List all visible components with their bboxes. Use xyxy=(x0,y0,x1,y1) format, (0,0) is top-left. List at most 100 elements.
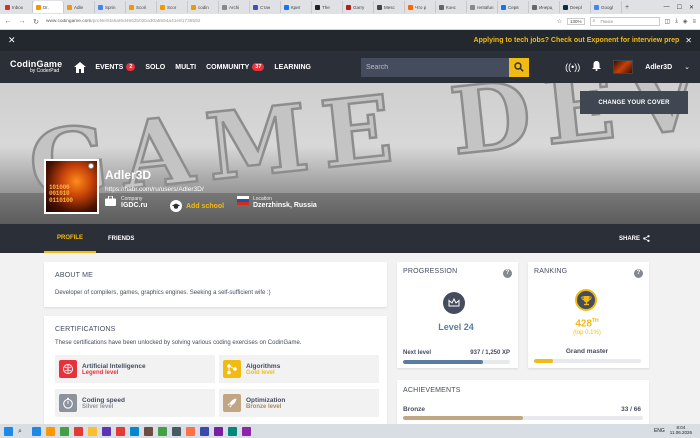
browser-tab[interactable]: Серв xyxy=(498,1,529,13)
keyboard-language[interactable]: ENG xyxy=(654,428,665,434)
zoom-level[interactable]: 130% xyxy=(567,18,585,25)
minimize-icon[interactable]: — xyxy=(664,4,670,11)
nav-multi[interactable]: MULTI xyxy=(175,64,196,71)
taskbar-app-icon[interactable] xyxy=(186,426,195,436)
system-clock[interactable]: 8:04 11.06.2026 xyxy=(670,425,692,436)
site-search-input[interactable] xyxy=(360,57,509,77)
browser-tab[interactable]: Scor xyxy=(157,1,188,13)
nav-solo[interactable]: SOLO xyxy=(145,64,165,71)
cert-algorithms[interactable]: Algorithms Gold level xyxy=(219,355,379,383)
taskbar-app-icon[interactable] xyxy=(32,426,41,436)
taskbar-app-icon[interactable] xyxy=(102,426,111,436)
cert-optimization[interactable]: Optimization Bronze level xyxy=(219,389,379,417)
cert-coding-speed[interactable]: Coding speed Silver level xyxy=(55,389,215,417)
school-icon xyxy=(170,200,182,212)
broadcast-icon[interactable]: ((•)) xyxy=(565,62,580,72)
windows-start-icon[interactable] xyxy=(4,426,13,436)
taskbar-app-icon[interactable] xyxy=(74,426,83,436)
profile-link[interactable]: https://habr.com/ru/users/Adler3D/ xyxy=(105,186,204,193)
nav-username[interactable]: Adler3D xyxy=(645,64,672,71)
extensions-icon[interactable]: ◈ xyxy=(683,18,688,25)
browser-tab[interactable]: Deepl xyxy=(560,1,591,13)
location-info: Location Dzerzhinsk, Russia xyxy=(237,196,317,209)
taskbar-app-icon[interactable] xyxy=(130,426,139,436)
browser-tab[interactable]: Что р xyxy=(405,1,436,13)
promo-close-icon[interactable]: ✕ xyxy=(685,36,692,45)
bell-icon[interactable] xyxy=(592,61,602,73)
help-icon[interactable]: ? xyxy=(634,269,643,278)
achievement-progress-fill xyxy=(403,416,523,420)
rank-percentile: (top 0.1%) xyxy=(573,330,601,336)
close-icon[interactable]: ✕ xyxy=(8,35,16,46)
screenshot-icon[interactable]: ◫ xyxy=(665,18,671,25)
browser-tab[interactable]: Garry xyxy=(343,1,374,13)
taskbar-search-icon[interactable]: ⌕ xyxy=(18,427,27,436)
bookmark-star-icon[interactable]: ☆ xyxy=(557,18,562,25)
url-field[interactable]: www.codingame.com/profile/5fa6af6d4962b0… xyxy=(46,19,306,24)
browser-tab[interactable]: Конс xyxy=(436,1,467,13)
browser-tab[interactable]: Inbox xyxy=(2,1,33,13)
nav-community[interactable]: COMMUNITY 37 xyxy=(206,63,265,71)
taskbar-app-icon[interactable] xyxy=(158,426,167,436)
browser-tab[interactable]: Adle xyxy=(64,1,95,13)
add-school-link[interactable]: Add school xyxy=(186,203,224,210)
browser-tab[interactable]: codin xyxy=(188,1,219,13)
taskbar-app-icon[interactable] xyxy=(172,426,181,436)
tab-profile[interactable]: PROFILE xyxy=(44,224,96,253)
menu-icon[interactable]: ≡ xyxy=(692,19,696,25)
codingame-logo[interactable]: CodinGame by CoderPad xyxy=(10,60,62,74)
tab-favicon-icon xyxy=(222,4,227,10)
taskbar-app-icon[interactable] xyxy=(200,426,209,436)
avatar-binary-line: 0110100 xyxy=(49,196,73,204)
browser-tab[interactable]: Стан xyxy=(250,1,281,13)
browser-tab[interactable]: Scori xyxy=(126,1,157,13)
about-title: ABOUT ME xyxy=(55,272,94,279)
promo-text[interactable]: Applying to tech jobs? Check out Exponen… xyxy=(474,37,680,44)
browser-tab[interactable]: Крит xyxy=(281,1,312,13)
taskbar-app-icon[interactable] xyxy=(144,426,153,436)
back-icon[interactable]: ← xyxy=(4,18,12,25)
home-icon[interactable] xyxy=(74,61,87,73)
browser-search-field[interactable]: ⌕ Поиск xyxy=(589,17,660,26)
taskbar-app-icon[interactable] xyxy=(116,426,125,436)
taskbar-app-icon[interactable] xyxy=(46,426,55,436)
search-button[interactable] xyxy=(508,57,529,77)
browser-tab[interactable]: rentafun xyxy=(467,1,498,13)
browser-tab[interactable]: Archi xyxy=(219,1,250,13)
share-icon xyxy=(643,235,650,242)
taskbar-app-icon[interactable] xyxy=(60,426,69,436)
tab-friends[interactable]: FRIENDS xyxy=(108,224,134,253)
new-tab-button[interactable]: + xyxy=(625,4,629,11)
browser-tab-label: Archi xyxy=(229,4,240,10)
forward-icon[interactable]: → xyxy=(18,18,26,25)
reload-icon[interactable]: ↻ xyxy=(32,18,40,26)
rank-value: 428TH xyxy=(528,318,646,329)
cert-ai[interactable]: Artificial Intelligence Legend level xyxy=(55,355,215,383)
tab-favicon-icon xyxy=(191,4,196,10)
avatar[interactable] xyxy=(613,60,634,74)
school-info[interactable]: Add school xyxy=(170,200,224,212)
profile-avatar[interactable]: 101000 001010 0110100 xyxy=(44,159,99,214)
browser-tab[interactable]: The xyxy=(312,1,343,13)
share-button[interactable]: SHARE xyxy=(619,224,650,253)
taskbar-app-icon[interactable] xyxy=(214,426,223,436)
taskbar-app-icon[interactable] xyxy=(242,426,251,436)
help-icon[interactable]: ? xyxy=(503,269,512,278)
close-window-icon[interactable]: ✕ xyxy=(689,4,694,11)
browser-tab[interactable]: Googl xyxy=(591,1,622,13)
chevron-down-icon[interactable]: ⌄ xyxy=(684,63,690,71)
nav-learning[interactable]: LEARNING xyxy=(274,64,311,71)
profile-cover: GAME DEV CHANGE YOUR COVER 101000 001010… xyxy=(0,83,700,224)
change-cover-button[interactable]: CHANGE YOUR COVER xyxy=(580,91,688,114)
taskbar-app-icon[interactable] xyxy=(88,426,97,436)
browser-tab[interactable]: Dr. xyxy=(33,1,64,13)
browser-tab[interactable]: Инерц xyxy=(529,1,560,13)
download-icon[interactable]: ⤓ xyxy=(675,18,678,25)
maximize-icon[interactable]: ☐ xyxy=(677,4,682,11)
browser-tab[interactable]: Mesc xyxy=(374,1,405,13)
cert-name: Artificial Intelligence xyxy=(82,362,146,370)
tab-favicon-icon xyxy=(284,4,289,10)
taskbar-app-icon[interactable] xyxy=(228,426,237,436)
nav-events[interactable]: EVENTS 2 xyxy=(95,63,136,71)
browser-tab[interactable]: Sprin xyxy=(95,1,126,13)
